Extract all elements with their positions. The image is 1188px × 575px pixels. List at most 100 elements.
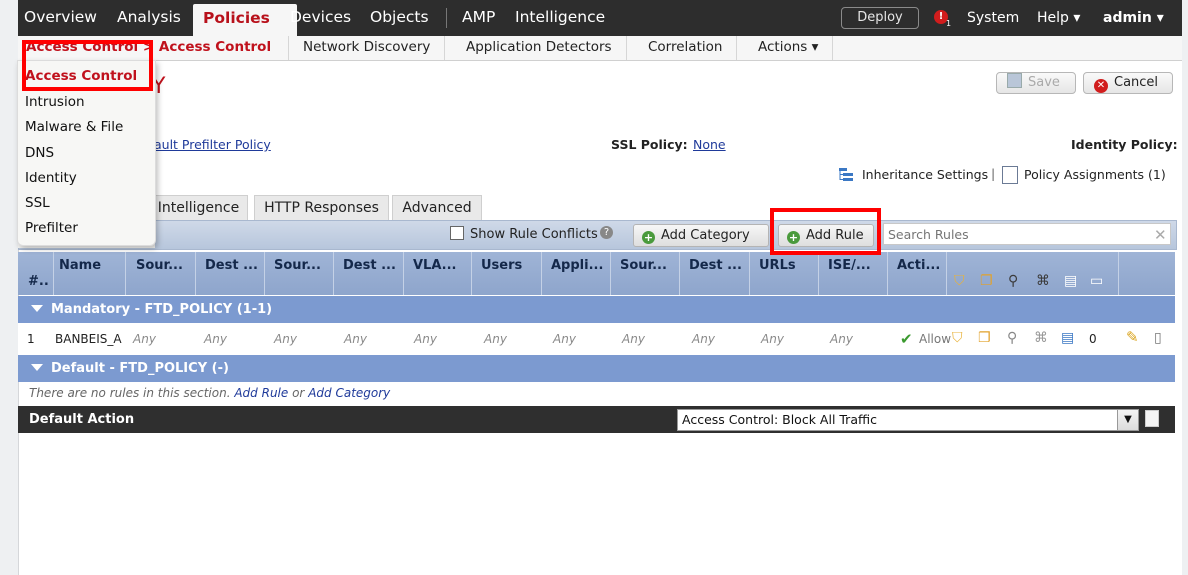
save-button[interactable]: Save xyxy=(996,72,1076,94)
nav-intelligence[interactable]: Intelligence xyxy=(515,8,605,26)
show-rule-conflicts-checkbox[interactable] xyxy=(450,226,464,240)
comments-count: 0 xyxy=(1089,332,1097,346)
ssl-policy-link[interactable]: None xyxy=(693,137,726,152)
rules-table-header: #.. Name Sour... Dest ... Sour... Dest .… xyxy=(18,252,1175,295)
tab-http-responses[interactable]: HTTP Responses xyxy=(254,195,389,220)
nav-help[interactable]: Help ▾ xyxy=(1037,10,1080,26)
help-icon[interactable]: ? xyxy=(600,226,613,239)
nav-user-menu[interactable]: admin ▾ xyxy=(1103,10,1164,26)
cell-applications: Any xyxy=(553,332,576,346)
sub-navigation-bar: Access Control > Access Control Network … xyxy=(18,36,1182,61)
col-users[interactable]: Users xyxy=(481,258,522,273)
cell-users: Any xyxy=(484,332,507,346)
identity-policy-label: Identity Policy: xyxy=(1071,137,1178,152)
col-applications[interactable]: Appli... xyxy=(551,258,603,273)
add-category-button[interactable]: + Add Category xyxy=(633,224,769,247)
cancel-x-icon: ✕ xyxy=(1094,79,1108,93)
col-variable-set-icon: ⌘ xyxy=(1036,273,1050,289)
col-source-ports[interactable]: Sour... xyxy=(620,258,667,273)
col-source-zones[interactable]: Sour... xyxy=(136,258,183,273)
nav-objects[interactable]: Objects xyxy=(370,8,429,26)
allow-checkmark-icon: ✔ xyxy=(900,330,913,348)
cancel-button[interactable]: ✕ Cancel xyxy=(1083,72,1173,94)
policy-assignments-link[interactable]: Policy Assignments (1) xyxy=(1024,167,1166,182)
default-action-logging-icon[interactable] xyxy=(1145,410,1159,427)
empty-or-text: or xyxy=(292,386,305,400)
subnav-actions-menu[interactable]: Actions ▾ xyxy=(744,36,834,60)
col-source-networks[interactable]: Sour... xyxy=(274,258,321,273)
default-action-label: Default Action xyxy=(29,412,135,427)
save-disk-icon xyxy=(1007,73,1022,88)
menu-item-identity[interactable]: Identity xyxy=(25,170,77,186)
nav-overview[interactable]: Overview xyxy=(24,8,97,26)
cell-dest-zones: Any xyxy=(204,332,227,346)
delete-trash-icon[interactable]: ▯ xyxy=(1154,331,1162,345)
subnav-network-discovery[interactable]: Network Discovery xyxy=(289,36,446,60)
nav-system[interactable]: System xyxy=(967,10,1019,26)
menu-item-intrusion[interactable]: Intrusion xyxy=(25,94,85,110)
collapse-triangle-icon xyxy=(31,364,43,371)
menu-item-malware-file[interactable]: Malware & File xyxy=(25,119,123,135)
empty-section-text: There are no rules in this section. xyxy=(29,386,231,400)
col-ise-attributes[interactable]: ISE/... xyxy=(828,258,871,273)
cell-dest-ports: Any xyxy=(692,332,715,346)
nav-amp[interactable]: AMP xyxy=(462,8,495,26)
inheritance-icon xyxy=(838,167,854,182)
col-urls[interactable]: URLs xyxy=(759,258,796,273)
search-rules-input[interactable] xyxy=(883,223,1171,245)
col-comments-icon: ▭ xyxy=(1090,273,1104,289)
col-number[interactable]: #.. xyxy=(28,274,49,289)
cell-ise-attributes: Any xyxy=(830,332,853,346)
cell-source-zones: Any xyxy=(133,332,156,346)
rules-toolbar: Show Rule Conflicts ? + Add Category + Add… xyxy=(18,220,1177,250)
subnav-correlation[interactable]: Correlation xyxy=(634,36,738,60)
col-dest-networks[interactable]: Dest ... xyxy=(343,258,396,273)
select-chevron-down-icon[interactable]: ▼ xyxy=(1117,410,1138,430)
clear-search-icon[interactable]: ✕ xyxy=(1154,226,1167,244)
tab-security-intelligence[interactable]: Intelligence xyxy=(150,195,248,220)
col-action[interactable]: Acti... xyxy=(897,258,940,273)
menu-item-dns[interactable]: DNS xyxy=(25,145,54,161)
top-navigation-bar: Overview Analysis Policies Devices Objec… xyxy=(18,0,1182,36)
default-action-select[interactable]: Access Control: Block All Traffic ▼ xyxy=(677,409,1139,431)
col-logging-icon: ▤ xyxy=(1064,273,1078,289)
empty-add-category-link[interactable]: Add Category xyxy=(308,386,390,400)
edit-pencil-icon[interactable]: ✎ xyxy=(1126,330,1139,345)
variable-set-icon: ⌘ xyxy=(1034,330,1048,346)
prefilter-policy-link[interactable]: ault Prefilter Policy xyxy=(154,137,271,152)
empty-section-message: There are no rules in this section. Add … xyxy=(29,386,390,400)
empty-add-rule-link[interactable]: Add Rule xyxy=(234,386,288,400)
default-action-value: Access Control: Block All Traffic xyxy=(682,412,877,427)
col-vlan-tags[interactable]: VLA... xyxy=(413,258,456,273)
nav-analysis[interactable]: Analysis xyxy=(117,8,181,26)
highlight-box-access-control xyxy=(22,40,153,91)
subnav-application-detectors[interactable]: Application Detectors xyxy=(452,36,627,60)
ips-policy-icon: ⛉ xyxy=(952,330,963,346)
tab-advanced[interactable]: Advanced xyxy=(392,195,482,220)
section-mandatory[interactable]: Mandatory - FTD_POLICY (1-1) xyxy=(18,296,1175,323)
ssl-policy-label: SSL Policy: xyxy=(611,137,688,152)
file-policy-icon: ❐ xyxy=(978,330,991,346)
nav-policies[interactable]: Policies xyxy=(193,4,297,36)
menu-item-prefilter[interactable]: Prefilter xyxy=(25,220,78,236)
right-window-frame xyxy=(1182,0,1188,575)
row-number: 1 xyxy=(27,332,35,346)
cell-vlan-tags: Any xyxy=(414,332,437,346)
identity-icon: ⚲ xyxy=(1007,330,1018,346)
cell-source-networks: Any xyxy=(274,332,297,346)
rule-action: Allow xyxy=(919,332,951,346)
cell-dest-networks: Any xyxy=(344,332,367,346)
nav-divider xyxy=(446,8,447,28)
rule-name: BANBEIS_A xyxy=(55,332,122,346)
col-dest-zones[interactable]: Dest ... xyxy=(205,258,258,273)
deploy-button[interactable]: Deploy xyxy=(841,7,919,29)
menu-item-ssl[interactable]: SSL xyxy=(25,195,50,211)
col-dest-ports[interactable]: Dest ... xyxy=(689,258,742,273)
section-default[interactable]: Default - FTD_POLICY (-) xyxy=(18,355,1175,382)
table-row[interactable]: 1 BANBEIS_A Any Any Any Any Any Any Any … xyxy=(18,323,1175,356)
inheritance-settings-link[interactable]: Inheritance Settings xyxy=(862,167,988,182)
policy-assignments-icon xyxy=(1002,166,1018,184)
col-name[interactable]: Name xyxy=(59,258,101,273)
show-rule-conflicts-label: Show Rule Conflicts xyxy=(470,227,598,242)
nav-devices[interactable]: Devices xyxy=(290,8,351,26)
